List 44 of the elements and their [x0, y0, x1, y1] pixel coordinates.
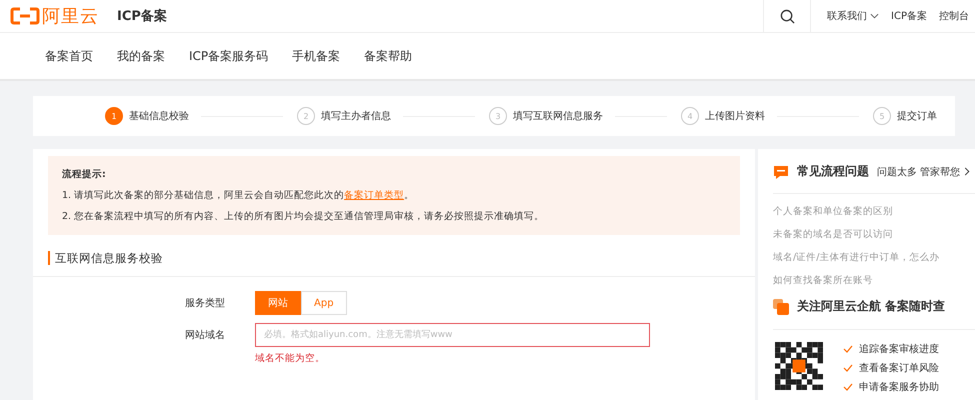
feature-text: 申请备案服务协助: [859, 380, 939, 394]
step-number: 3: [489, 107, 507, 125]
qr-code: [775, 342, 823, 390]
step-number: 5: [873, 107, 891, 125]
search-icon[interactable]: [780, 8, 795, 24]
check-icon: [843, 345, 853, 353]
step-label: 上传图片资料: [705, 110, 765, 123]
step-number: 2: [297, 107, 315, 125]
site-title: ICP备案: [117, 8, 167, 25]
header-link[interactable]: 控制台: [939, 9, 969, 23]
notice-text: 1. 请填写此次备案的部分基础信息，阿里云会自动匹配您此次的: [62, 190, 344, 201]
nav-link[interactable]: 我的备案: [117, 48, 165, 64]
domain-input[interactable]: 必填。格式如aliyun.com。注意无需填写www: [255, 323, 650, 347]
notice-punctuation: 。: [404, 190, 414, 201]
chevron-down-icon: [870, 13, 880, 19]
notice-text: 2. 您在备案流程中填写的所有内容、上传的所有图片均会提交至通信管理局审核，请务必按照提示准确填写。: [62, 211, 544, 222]
check-icon: [843, 364, 853, 372]
step-label: 基础信息校验: [129, 110, 189, 123]
check-icon: [843, 383, 853, 391]
step-number: 4: [681, 107, 699, 125]
nav-link[interactable]: ICP备案服务码: [189, 48, 268, 64]
follow-title: 关注阿里云企航 备案随时查: [797, 298, 946, 315]
header-link[interactable]: 联系我们: [827, 9, 880, 23]
section-title: 互联网信息服务校验: [48, 251, 163, 265]
chevron-right-icon: [964, 167, 970, 176]
nav-link[interactable]: 备案首页: [45, 48, 93, 64]
chat-icon: [773, 164, 789, 180]
step-number: 1: [105, 107, 123, 125]
help-link[interactable]: 问题太多 管家帮您: [877, 164, 970, 178]
nav-link[interactable]: 备案帮助: [364, 48, 412, 64]
field-label: 服务类型: [185, 296, 225, 310]
faq-title: 常见流程问题: [797, 163, 869, 180]
error-message: 域名不能为空。: [255, 352, 326, 365]
field-label: 网站域名: [185, 328, 225, 342]
step-label: 填写主办者信息: [321, 110, 391, 123]
step-label: 提交订单: [897, 110, 937, 123]
nav-link[interactable]: 手机备案: [292, 48, 340, 64]
notice-title: 流程提示:: [62, 168, 107, 182]
logo-icon: [10, 6, 40, 26]
qr-badge-icon: [773, 298, 789, 314]
feature-text: 查看备案订单风险: [859, 362, 939, 375]
feature-text: 追踪备案审核进度: [859, 342, 939, 356]
header-link[interactable]: ICP备案: [891, 9, 927, 23]
step-label: 填写互联网信息服务: [513, 110, 603, 123]
